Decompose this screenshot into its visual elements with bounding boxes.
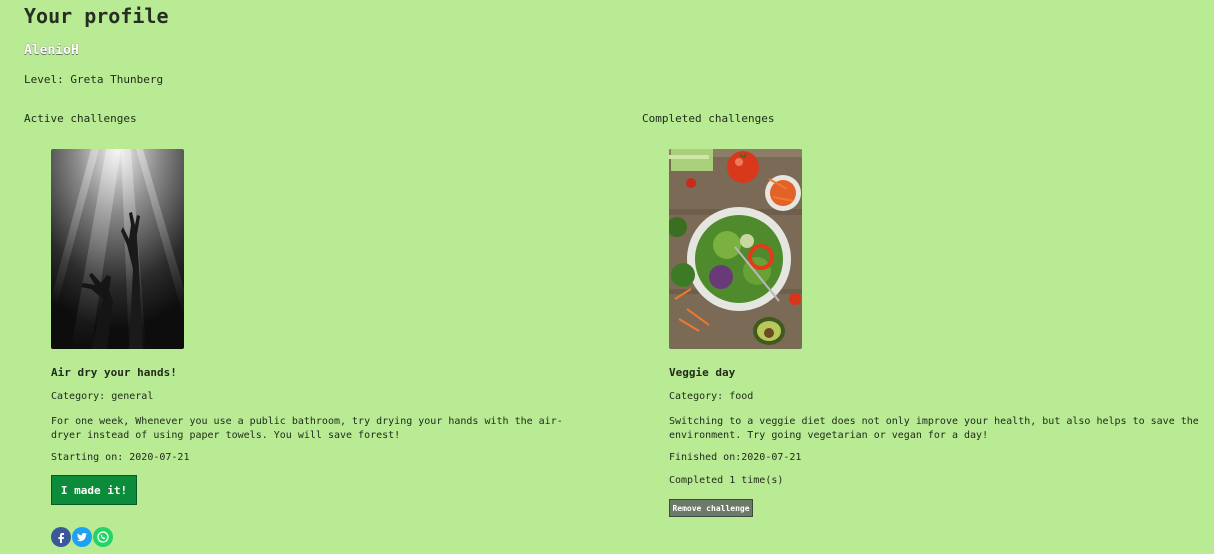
active-challenge-card: Air dry your hands! Category: general Fo… bbox=[51, 149, 591, 547]
share-buttons bbox=[51, 527, 113, 547]
twitter-icon[interactable] bbox=[72, 527, 92, 547]
whatsapp-icon[interactable] bbox=[93, 527, 113, 547]
facebook-icon[interactable] bbox=[51, 527, 71, 547]
completed-challenges-heading: Completed challenges bbox=[642, 112, 775, 125]
active-challenges-heading: Active challenges bbox=[24, 112, 137, 125]
remove-challenge-button[interactable]: Remove challenge bbox=[669, 499, 753, 517]
completion-count: Completed 1 time(s) bbox=[669, 475, 784, 486]
user-level: Level: Greta Thunberg bbox=[24, 73, 164, 86]
challenge-start-date: Starting on: 2020-07-21 bbox=[51, 452, 190, 463]
challenge-category: Category: general bbox=[51, 391, 154, 402]
challenge-description: For one week, Whenever you use a public … bbox=[51, 416, 563, 441]
challenge-image-hands bbox=[51, 149, 184, 349]
challenge-title: Veggie day bbox=[669, 366, 736, 379]
challenge-finish-date: Finished on:2020-07-21 bbox=[669, 452, 802, 463]
completed-challenge-card: Veggie day Category: food Switching to a… bbox=[669, 149, 1209, 517]
challenge-description: Switching to a veggie diet does not only… bbox=[669, 416, 1199, 441]
challenge-title: Air dry your hands! bbox=[51, 366, 177, 379]
page-title: Your profile bbox=[24, 4, 169, 28]
made-it-button[interactable]: I made it! bbox=[51, 475, 137, 505]
challenge-image-veggies bbox=[669, 149, 802, 349]
username: AlenioH bbox=[24, 43, 79, 58]
challenge-category: Category: food bbox=[669, 391, 754, 402]
